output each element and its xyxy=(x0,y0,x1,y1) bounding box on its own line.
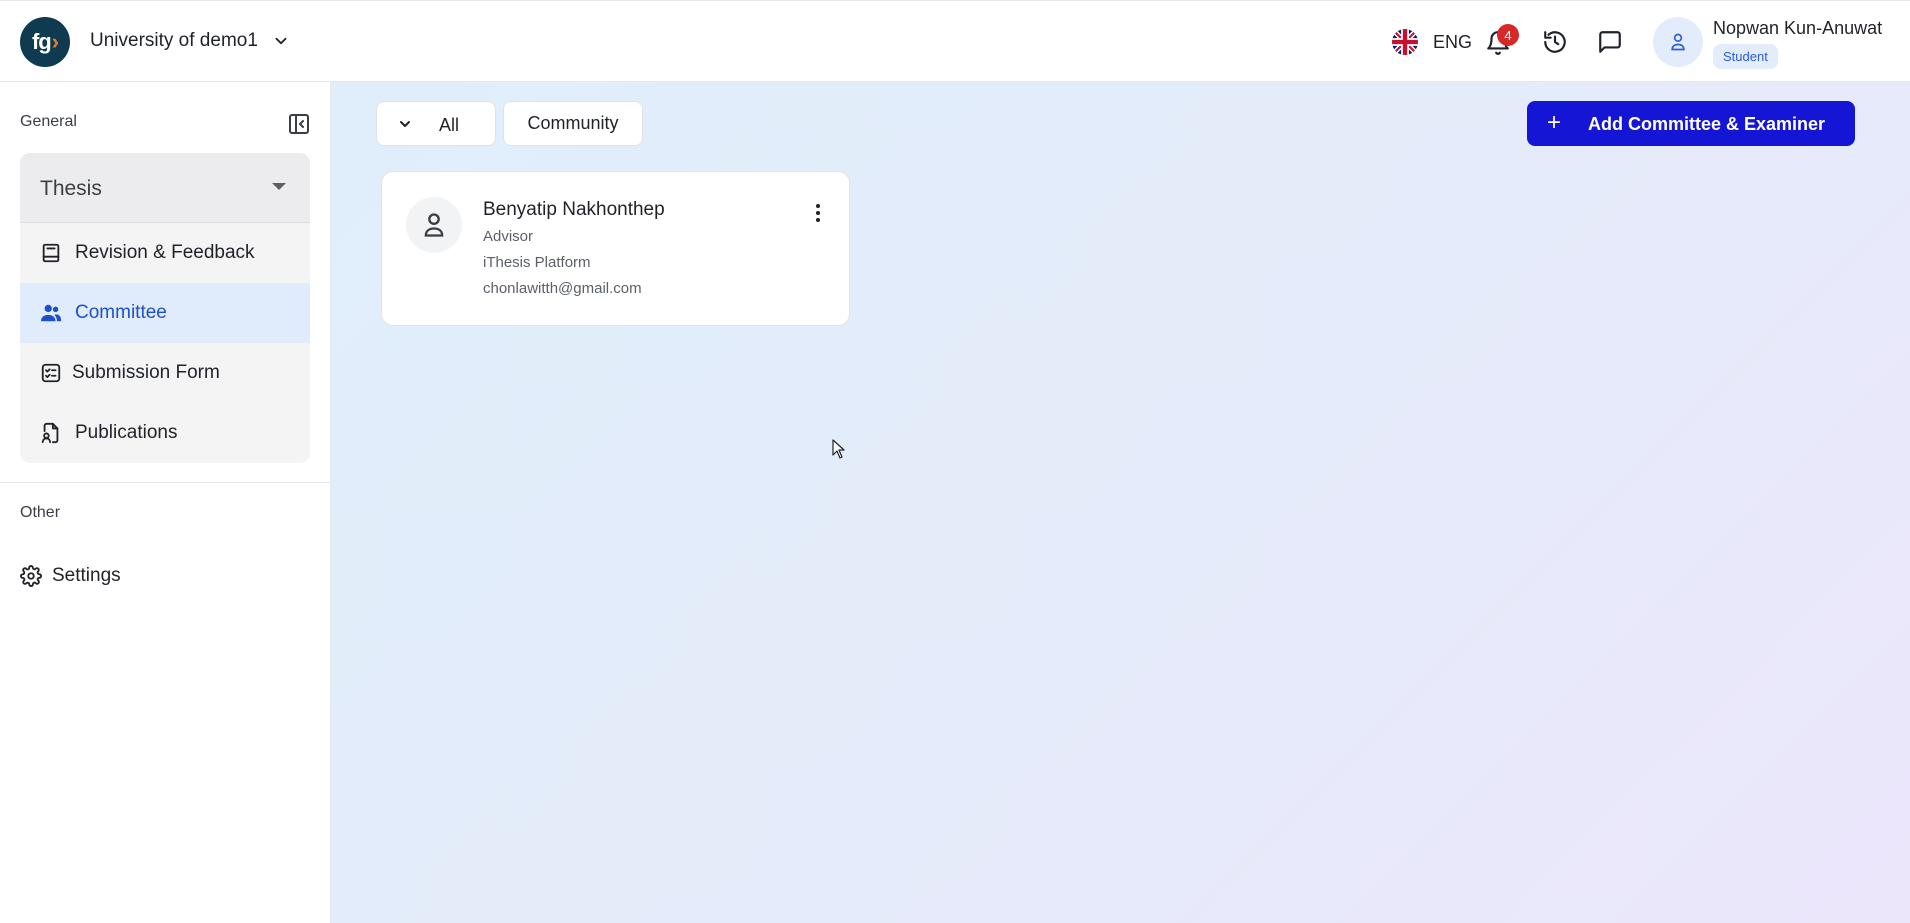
organization-name[interactable]: University of demo1 xyxy=(90,30,258,52)
notification-badge: 4 xyxy=(1497,24,1519,46)
general-section-title: General xyxy=(20,113,77,130)
member-name: Benyatip Nakhonthep xyxy=(483,199,665,220)
chevron-down-icon xyxy=(400,121,410,127)
book-icon xyxy=(42,243,60,263)
sidebar-collapse-icon[interactable] xyxy=(287,112,311,136)
filter-all-label: All xyxy=(439,115,460,135)
plus-icon: + xyxy=(1547,109,1562,136)
filter-community-button[interactable]: Community xyxy=(503,101,643,146)
other-section-title: Other xyxy=(20,504,61,521)
member-email: chonlawitth@gmail.com xyxy=(483,280,642,297)
sidebar-item-revision-feedback[interactable]: Revision & Feedback xyxy=(20,223,310,283)
app-logo[interactable]: fg › xyxy=(20,17,70,67)
sidebar-item-label: Committee xyxy=(75,302,167,323)
users-icon xyxy=(40,304,62,322)
member-role: Advisor xyxy=(483,228,534,245)
filter-all-dropdown[interactable]: All xyxy=(376,101,496,146)
user-icon xyxy=(1671,33,1685,51)
document-user-icon xyxy=(41,422,59,444)
checklist-icon xyxy=(41,363,61,383)
user-name[interactable]: Nopwan Kun-Anuwat xyxy=(1713,18,1882,39)
sidebar-item-submission-form[interactable]: Submission Form xyxy=(20,343,310,403)
user-icon xyxy=(424,213,444,237)
user-role-badge: Student xyxy=(1713,44,1778,69)
more-options-icon[interactable] xyxy=(813,202,823,226)
committee-member-card: Benyatip Nakhonthep Advisor iThesis Plat… xyxy=(381,171,850,326)
sidebar-item-label: Publications xyxy=(75,422,178,443)
sidebar-item-publications[interactable]: Publications xyxy=(20,403,310,463)
sidebar: General Thesis Revision & Feedback Commi… xyxy=(0,82,331,923)
logo-text: fg xyxy=(31,29,52,54)
history-icon[interactable] xyxy=(1542,29,1568,55)
user-avatar[interactable] xyxy=(1653,17,1703,67)
chat-icon[interactable] xyxy=(1597,29,1623,55)
logo-arrow-icon: › xyxy=(51,29,59,54)
member-platform: iThesis Platform xyxy=(483,254,591,271)
add-button-label: Add Committee & Examiner xyxy=(1588,114,1826,134)
member-avatar xyxy=(406,197,462,253)
caret-down-icon xyxy=(272,183,286,190)
sidebar-divider xyxy=(0,482,331,483)
chevron-down-icon[interactable] xyxy=(272,32,290,50)
sidebar-item-label: Submission Form xyxy=(72,362,220,383)
main-content: All Community + Add Committee & Examiner… xyxy=(331,82,1910,923)
add-committee-examiner-button[interactable]: + Add Committee & Examiner xyxy=(1527,101,1855,146)
sidebar-item-settings[interactable]: Settings xyxy=(20,560,310,592)
language-label[interactable]: ENG xyxy=(1433,32,1472,53)
uk-flag-icon[interactable] xyxy=(1392,29,1418,55)
thesis-label: Thesis xyxy=(40,177,102,200)
thesis-nav-group: Thesis Revision & Feedback Committee Sub… xyxy=(20,153,310,463)
thesis-dropdown[interactable]: Thesis xyxy=(20,153,310,223)
mouse-cursor-icon xyxy=(832,439,845,459)
settings-label: Settings xyxy=(52,565,121,586)
top-bar: fg › University of demo1 ENG 4 Nopwan Kun… xyxy=(0,0,1910,82)
sidebar-item-label: Revision & Feedback xyxy=(75,242,255,263)
sidebar-item-committee[interactable]: Committee xyxy=(20,283,310,343)
gear-icon xyxy=(20,565,42,587)
